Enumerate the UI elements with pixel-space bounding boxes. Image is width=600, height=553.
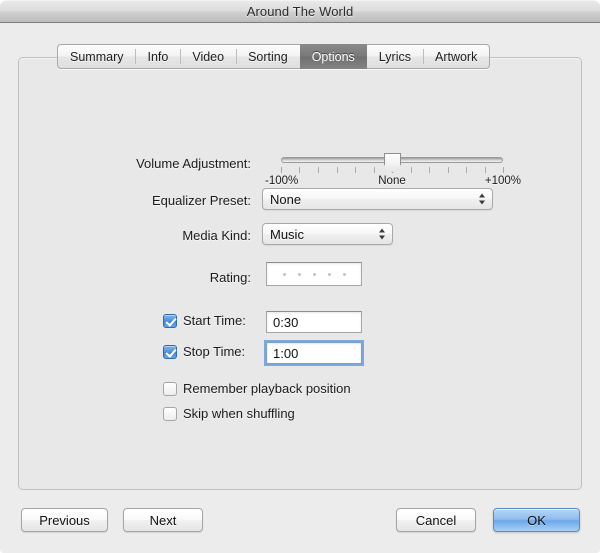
remember-position-checkbox[interactable]	[163, 381, 177, 396]
tab-label: Sorting	[248, 49, 288, 64]
slider-max-label: +100%	[484, 175, 521, 187]
tab-video[interactable]: Video	[180, 45, 236, 68]
rating-star-slot[interactable]	[297, 272, 301, 276]
tab-label: Info	[147, 49, 169, 64]
tab-artwork[interactable]: Artwork	[422, 45, 489, 68]
tab-summary[interactable]: Summary	[58, 45, 135, 68]
remember-position-row: Remember playback position	[163, 381, 351, 396]
equalizer-preset-value: None	[270, 191, 302, 207]
rating-star-slot[interactable]	[342, 272, 346, 276]
start-time-label: Start Time:	[183, 313, 246, 328]
equalizer-preset-label: Equalizer Preset:	[152, 193, 251, 208]
chevron-updown-icon	[379, 228, 386, 241]
window-body: Volume Adjustment: -100% None +100% Equa…	[0, 24, 600, 553]
stop-time-input[interactable]: 1:00	[264, 340, 364, 366]
cancel-button[interactable]: Cancel	[396, 508, 476, 532]
tab-label: Artwork	[434, 49, 478, 64]
volume-adjustment-slider[interactable]: -100% None +100%	[265, 153, 521, 191]
tab-bar: Summary Info Video Sorting Options Lyrics Artw…	[57, 44, 491, 69]
window-titlebar: Around The World	[0, 0, 600, 23]
ok-button[interactable]: OK	[493, 508, 580, 532]
remember-position-label: Remember playback position	[183, 381, 351, 396]
equalizer-preset-select[interactable]: None	[262, 188, 493, 210]
tab-options[interactable]: Options	[299, 44, 367, 69]
media-kind-select[interactable]: Music	[262, 223, 393, 245]
stop-time-label: Stop Time:	[183, 344, 246, 359]
rating-stars-field[interactable]	[266, 262, 362, 286]
stop-time-checkbox[interactable]	[163, 344, 177, 359]
tab-label: Options	[311, 49, 355, 64]
slider-min-label: -100%	[265, 175, 299, 187]
tab-label: Summary	[70, 49, 124, 64]
tab-info[interactable]: Info	[135, 45, 180, 68]
start-time-row: Start Time:	[163, 313, 246, 328]
options-panel: Volume Adjustment: -100% None +100% Equa…	[18, 57, 582, 490]
volume-adjustment-label: Volume Adjustment:	[136, 156, 251, 171]
start-time-input[interactable]: 0:30	[266, 311, 362, 333]
media-kind-label: Media Kind:	[182, 228, 251, 243]
skip-shuffling-checkbox[interactable]	[163, 406, 177, 421]
tab-lyrics[interactable]: Lyrics	[367, 45, 423, 68]
rating-star-slot[interactable]	[327, 272, 331, 276]
next-button[interactable]: Next	[123, 508, 203, 532]
tab-label: Lyrics	[378, 49, 411, 64]
window-title: Around The World	[246, 4, 354, 19]
rating-label: Rating:	[209, 270, 251, 285]
media-kind-value: Music	[270, 226, 304, 242]
track-info-window: Around The World Volume Adjustment: -100…	[0, 0, 600, 553]
stop-time-row: Stop Time:	[163, 344, 245, 359]
start-time-checkbox[interactable]	[163, 313, 177, 328]
rating-star-slot[interactable]	[282, 272, 286, 276]
skip-shuffling-row: Skip when shuffling	[163, 406, 295, 421]
previous-button[interactable]: Previous	[21, 508, 108, 532]
rating-star-slot[interactable]	[312, 272, 316, 276]
tab-sorting[interactable]: Sorting	[236, 45, 300, 68]
tab-label: Video	[192, 49, 225, 64]
chevron-updown-icon	[479, 193, 486, 206]
skip-shuffling-label: Skip when shuffling	[183, 406, 295, 421]
slider-mid-label: None	[378, 175, 406, 187]
